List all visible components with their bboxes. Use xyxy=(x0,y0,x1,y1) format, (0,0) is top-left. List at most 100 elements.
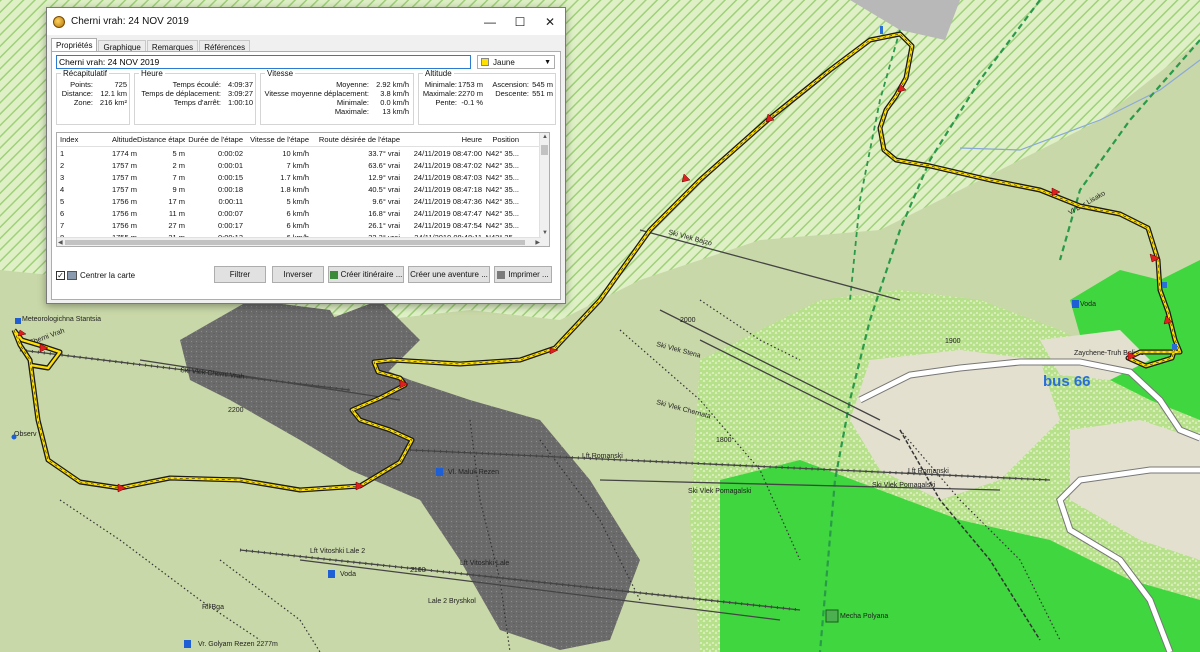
speed-value: 2.92 km/h xyxy=(376,80,409,89)
table-cell: 10 km/h xyxy=(282,148,309,158)
create-route-label: Créer itinéraire ... xyxy=(340,270,403,279)
table-row[interactable]: 3 1757 m 7 m 0:00:15 1.7 km/h 12.9° vrai 24/11… xyxy=(57,171,549,183)
center-map-label[interactable]: Centrer la carte xyxy=(80,271,135,280)
color-swatch xyxy=(481,58,489,66)
print-button[interactable]: Imprimer ... xyxy=(494,266,552,283)
table-row[interactable]: 5 1756 m 17 m 0:00:11 5 km/h 9.6° vrai 24/11/2… xyxy=(57,195,549,207)
speed-value: 3.8 km/h xyxy=(380,89,409,98)
filter-button[interactable]: Filtrer xyxy=(214,266,266,283)
center-map-checkbox[interactable]: ✓ xyxy=(56,270,65,280)
table-cell: 3 xyxy=(60,172,65,182)
table-cell: 63.6° vrai xyxy=(368,160,400,170)
map-label-lift-vitoshki-2: Lft Vitoshki Lale xyxy=(460,560,509,567)
table-row[interactable]: 2 1757 m 2 m 0:00:01 7 km/h 63.6° vrai 24/11/2… xyxy=(57,159,549,171)
table-cell: 1757 m xyxy=(111,160,137,170)
table-cell: 5 km/h xyxy=(286,196,309,206)
column-header[interactable]: Position xyxy=(482,135,520,144)
bottom-controls: ✓ Centrer la carte Filtrer Inverser Crée… xyxy=(56,266,556,284)
table-row[interactable]: 1 1774 m 5 m 0:00:02 10 km/h 33.7° vrai 24/11/… xyxy=(57,147,549,159)
column-header[interactable]: Index xyxy=(57,135,91,144)
horizontal-scrollbar[interactable]: ◀ ▶ xyxy=(57,237,541,246)
table-cell: 1757 m xyxy=(111,184,137,194)
summary-key: Distance: xyxy=(61,89,93,98)
table-cell: 9.6° vrai xyxy=(372,196,400,206)
picnic-icon xyxy=(825,609,839,623)
speed-key: Moyenne: xyxy=(336,80,369,89)
table-row[interactable]: 6 1756 m 11 m 0:00:07 6 km/h 16.8° vrai 24/11/… xyxy=(57,207,549,219)
time-key: Temps écoulé: xyxy=(172,80,221,89)
table-cell: 0:00:18 xyxy=(217,184,243,194)
time-key: Temps de déplacement: xyxy=(141,89,221,98)
create-adventure-button[interactable]: Créer une aventure ... xyxy=(408,266,490,283)
track-name-input[interactable] xyxy=(56,55,471,69)
summit-icon xyxy=(184,640,191,648)
map-label-meteo: Meteorologichna Stantsia xyxy=(22,316,101,323)
invert-button[interactable]: Inverser xyxy=(272,266,324,283)
map-label-lift-romanski: Lft Romanski xyxy=(582,453,623,460)
altitude-key: Ascension: xyxy=(492,80,529,89)
table-cell: N42° 35... xyxy=(485,160,519,170)
shelter-icon xyxy=(436,468,443,476)
table-cell: 1.7 km/h xyxy=(280,172,309,182)
track-points-table[interactable]: Index Altitude Distance étape Durée de l… xyxy=(56,132,550,247)
chevron-down-icon: ▼ xyxy=(544,58,551,66)
table-row[interactable]: 7 1756 m 27 m 0:00:17 6 km/h 26.1° vrai 24/11/… xyxy=(57,219,549,231)
close-button[interactable]: ✕ xyxy=(535,8,565,35)
map-label-voda: Voda xyxy=(340,571,356,578)
table-cell: N42° 35... xyxy=(485,172,519,182)
map-label-ski-pomagalski: Ski Vlek Pomagalski xyxy=(688,488,752,495)
column-header[interactable]: Durée de l'étape xyxy=(185,135,243,144)
color-select[interactable]: Jaune ▼ xyxy=(477,55,555,69)
map-label-ski-pomagalski-2: Ski Vlek Pomagalski xyxy=(872,482,936,489)
scroll-thumb[interactable] xyxy=(541,145,548,155)
table-cell: 24/11/2019 08:47:36 xyxy=(413,196,482,206)
summary-value: 725 xyxy=(114,80,127,89)
table-cell: 24/11/2019 08:47:18 xyxy=(413,184,482,194)
table-cell: 12.9° vrai xyxy=(368,172,400,182)
column-header[interactable]: Route désirée de l'étape xyxy=(309,135,400,144)
altitude-value: -0.1 % xyxy=(461,98,483,107)
altitude-legend: Altitude xyxy=(423,69,454,78)
column-header[interactable]: Vitesse de l'étape xyxy=(243,135,309,144)
time-legend: Heure xyxy=(139,69,165,78)
map-label-lale: Lale 2 Bryshkol xyxy=(428,598,476,605)
table-cell: 5 m xyxy=(172,148,185,158)
maximize-button[interactable]: ☐ xyxy=(505,8,535,35)
track-properties-window[interactable]: Cherni vrah: 24 NOV 2019 — ☐ ✕ Propriété… xyxy=(46,7,566,304)
summary-key: Zone: xyxy=(73,98,93,107)
table-cell: 0:00:11 xyxy=(218,196,243,206)
scroll-thumb[interactable] xyxy=(65,240,525,245)
scroll-down-icon[interactable]: ▼ xyxy=(542,230,548,236)
window-title: Cherni vrah: 24 NOV 2019 xyxy=(71,16,189,27)
create-route-button[interactable]: Créer itinéraire ... xyxy=(328,266,404,283)
table-row[interactable]: 4 1757 m 9 m 0:00:18 1.8 km/h 40.5° vrai 24/11… xyxy=(57,183,549,195)
title-bar[interactable]: Cherni vrah: 24 NOV 2019 — ☐ ✕ xyxy=(47,8,565,35)
contour-label: 2000 xyxy=(680,317,696,324)
summary-value: 12.1 km xyxy=(100,89,127,98)
scroll-left-icon[interactable]: ◀ xyxy=(58,239,63,246)
table-cell: 16.8° vrai xyxy=(368,208,400,218)
table-cell: 24/11/2019 08:47:47 xyxy=(413,208,482,218)
scroll-right-icon[interactable]: ▶ xyxy=(535,239,540,246)
table-cell: 0:00:02 xyxy=(217,148,243,158)
altitude-group: Altitude Minimale: 1753 m Maximale: 2270 m… xyxy=(418,69,556,125)
altitude-value: 551 m xyxy=(532,89,553,98)
time-key: Temps d'arrêt: xyxy=(173,98,221,107)
speed-key: Minimale: xyxy=(336,98,369,107)
column-header[interactable]: Altitude xyxy=(91,135,137,144)
table-cell: N42° 35... xyxy=(485,220,519,230)
minimize-button[interactable]: — xyxy=(475,8,505,35)
column-header[interactable]: Heure xyxy=(400,135,482,144)
table-cell: 6 xyxy=(60,208,65,218)
vertical-scrollbar[interactable]: ▲ ▼ xyxy=(539,133,549,246)
table-cell: 33.7° vrai xyxy=(368,148,400,158)
column-header[interactable]: Distance étape xyxy=(137,135,185,144)
map-label-lift-vitoshki: Lft Vitoshki Lale 2 xyxy=(310,548,365,555)
table-body: 1 1774 m 5 m 0:00:02 10 km/h 33.7° vrai 24/11/… xyxy=(57,147,549,243)
table-header: Index Altitude Distance étape Durée de l… xyxy=(57,133,549,147)
table-cell: 1 xyxy=(60,148,65,158)
scroll-up-icon[interactable]: ▲ xyxy=(542,134,548,140)
table-cell: N42° 35... xyxy=(485,184,519,194)
contour-label: 2100 xyxy=(410,567,426,574)
table-cell: 0:00:07 xyxy=(217,208,243,218)
